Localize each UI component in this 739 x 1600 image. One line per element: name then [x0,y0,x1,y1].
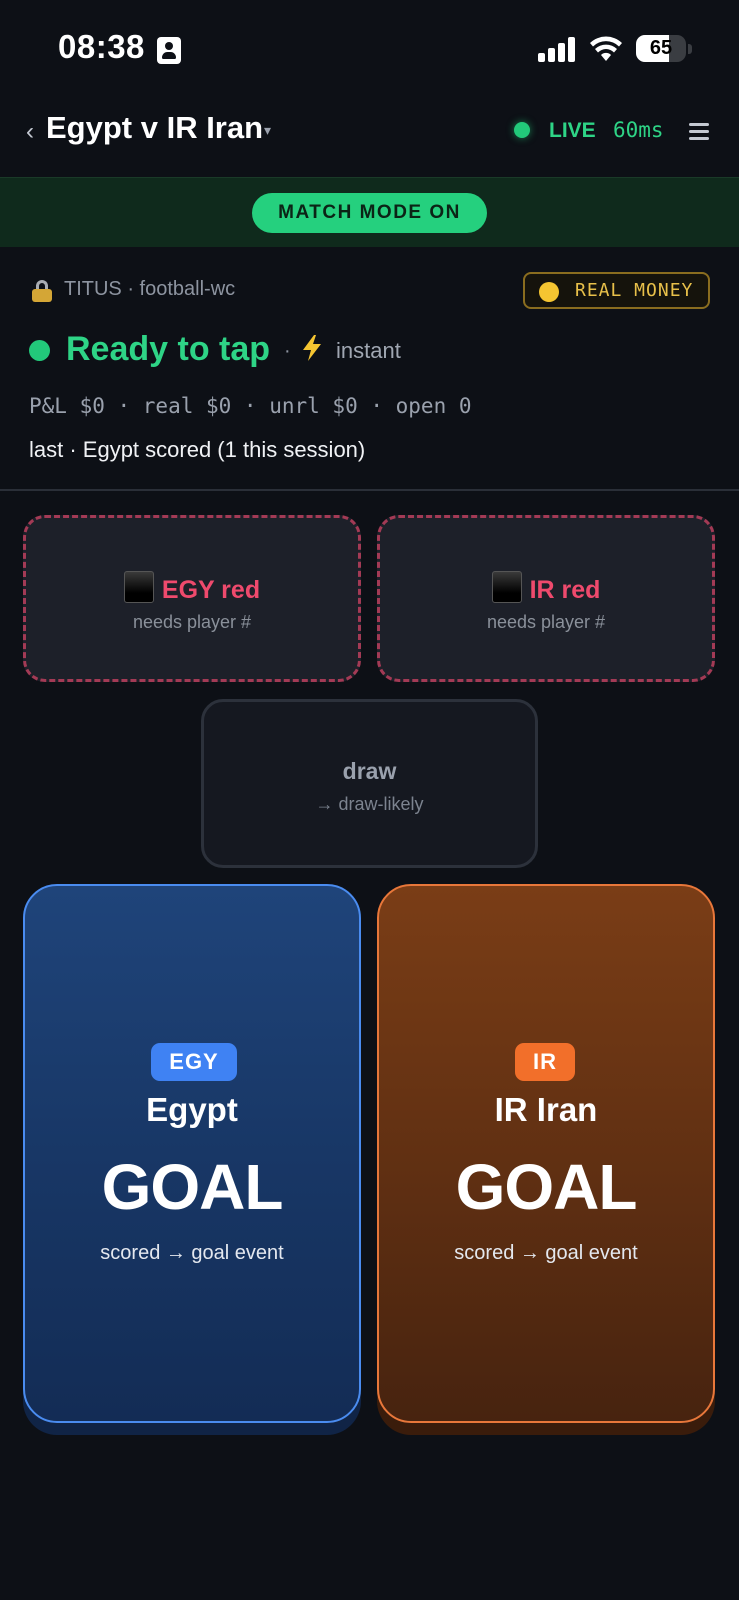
match-mode-bar: MATCH MODE ON [0,177,739,247]
menu-icon[interactable] [689,123,709,140]
goal-hint: scored → goal event [100,1242,284,1264]
team-badge: IR [515,1043,575,1081]
card-icon [491,571,522,603]
match-dropdown-caret-icon[interactable]: ▾ [264,122,271,139]
team-name: IR Iran [494,1091,598,1128]
pnl-summary: P&L $0 · real $0 · unrl $0 · open 0 [29,394,472,418]
battery-icon: 65 [636,35,686,62]
red-card-label: IR red [529,576,601,604]
instant-label: instant [336,338,401,363]
latency-readout: 60ms [613,118,664,142]
goal-hint: scored → goal event [454,1242,638,1264]
ir-red-card-button[interactable]: IR red needs player # [377,515,715,682]
cellular-signal-icon [538,36,576,62]
account-label: TITUS · football-wc [64,278,236,300]
divider [0,489,739,491]
goal-action-label: GOAL [455,1151,638,1223]
status-bar: 08:38 65 [0,0,739,96]
draw-hint: → draw-likely [315,794,424,814]
match-title[interactable]: Egypt v IR Iran [46,110,263,146]
app-header: ‹ Egypt v IR Iran ▾ LIVE 60ms [0,96,739,176]
ready-status-dot [29,340,50,361]
real-money-badge: REAL MONEY [523,272,710,309]
red-card-hint: needs player # [486,612,606,632]
live-indicator-dot [514,122,530,138]
battery-cap [688,44,692,54]
iran-goal-button[interactable]: IR IR Iran GOAL scored → goal event [377,884,715,1423]
real-money-label: REAL MONEY [575,280,694,301]
team-badge: EGY [151,1043,237,1081]
back-chevron-icon[interactable]: ‹ [26,118,34,146]
goal-action-label: GOAL [101,1151,284,1223]
lock-icon [32,280,52,302]
contact-card-icon [157,37,181,64]
live-label: LIVE [549,119,596,142]
card-icon [123,571,154,603]
team-name: Egypt [146,1091,238,1128]
ready-status-text: Ready to tap [66,330,271,368]
status-time: 08:38 [58,28,145,65]
last-event-text: last · Egypt scored (1 this session) [29,437,366,462]
wifi-icon [590,36,622,61]
red-card-hint: needs player # [132,612,252,632]
egypt-goal-button[interactable]: EGY Egypt GOAL scored → goal event [23,884,361,1423]
draw-label: draw [342,758,397,784]
match-mode-toggle[interactable]: MATCH MODE ON [252,193,487,233]
draw-button[interactable]: draw → draw-likely [201,699,538,868]
egy-red-card-button[interactable]: EGY red needs player # [23,515,361,682]
coin-icon [539,282,559,302]
ready-separator: · [284,340,291,362]
battery-percent: 65 [649,37,673,59]
red-card-label: EGY red [161,576,261,604]
lightning-icon [303,335,321,361]
